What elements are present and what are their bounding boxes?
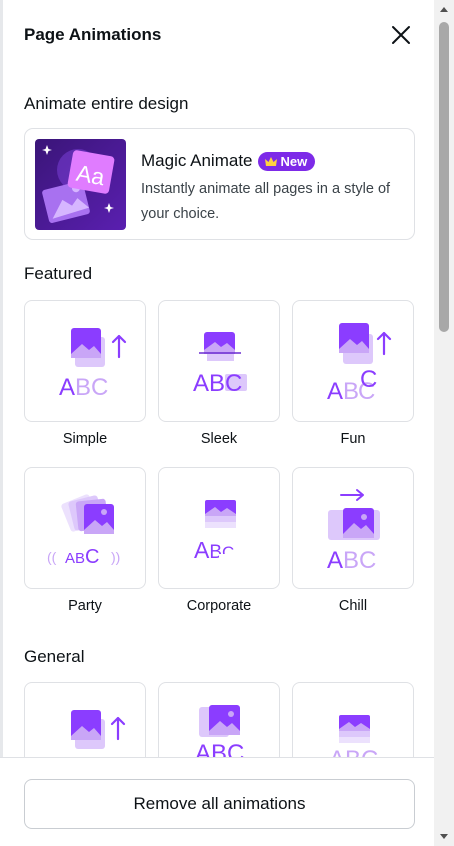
animation-preview-fun: A B C C [292,300,414,422]
party-animation-icon: (( ABC )) [47,494,120,568]
scrollbar[interactable] [434,0,454,846]
animation-tile-simple[interactable]: ABC Simple [24,300,146,447]
svg-text:Aa: Aa [74,160,106,191]
animation-tile-sleek[interactable]: ABC Sleek [158,300,280,447]
footer-bar: Remove all animations [0,757,434,846]
animation-preview-party: (( ABC )) [24,467,146,589]
tile-text-c: C [360,366,377,393]
new-badge-label: New [280,153,308,169]
close-icon [392,26,410,44]
tile-label-sleek: Sleek [200,431,238,447]
simple-animation-icon: ABC [59,328,127,401]
remove-all-animations-button[interactable]: Remove all animations [24,779,415,829]
tile-text-abc: ABC [193,370,242,397]
tile-text-a: A [327,378,343,405]
tile-label-party: Party [68,598,102,614]
tile-text-b: B [343,378,359,405]
tile-label-fun: Fun [340,431,366,447]
animation-preview-sleek: ABC [158,300,280,422]
animation-tile-fun[interactable]: A B C C Fun [292,300,414,447]
scroll-up-arrow-icon[interactable] [439,5,449,13]
close-button[interactable] [388,22,414,48]
animation-tile-corporate[interactable]: ABC Corporate [158,467,280,614]
magic-animate-card[interactable]: Aa Magic Animate New Instantly animate a… [24,128,415,240]
animation-preview-simple: ABC [24,300,146,422]
fun-animation-icon: A B C C [327,323,392,405]
animation-tile-party[interactable]: (( ABC )) Party [24,467,146,614]
new-badge: New [257,151,316,171]
scrollbar-thumb[interactable] [439,22,449,332]
panel-title: Page Animations [24,25,162,44]
party-right-bracket: )) [111,549,120,565]
tile-label-simple: Simple [62,431,108,447]
animation-preview-corporate: ABC [158,467,280,589]
corporate-animation-icon: ABC [194,500,249,564]
panel-border [0,0,3,846]
crown-icon [264,156,277,166]
tile-text-abc: ABC [59,374,108,401]
magic-animate-description: Instantly animate all pages in a style o… [141,181,391,222]
animation-preview-chill: ABC [292,467,414,589]
tile-label-chill: Chill [338,598,368,614]
section-title-general: General [24,647,85,666]
panel-header: Page Animations [24,22,416,50]
section-title-animate-entire-design: Animate entire design [24,94,189,113]
tile-label-corporate: Corporate [186,598,252,614]
page-animations-panel: Page Animations Animate entire design Aa… [0,0,434,846]
tile-text-abc: ABC [327,547,376,574]
tile-text-abc: ABC [65,546,99,568]
chill-animation-icon: ABC [327,489,380,574]
magic-animate-title-row: Magic Animate New [141,150,316,172]
magic-animate-title: Magic Animate [141,151,253,170]
scroll-down-arrow-icon[interactable] [439,833,449,841]
party-left-bracket: (( [47,549,57,565]
section-title-featured: Featured [24,264,93,283]
magic-animate-thumbnail: Aa [35,139,126,230]
animation-tile-chill[interactable]: ABC Chill [292,467,414,614]
sleek-animation-icon: ABC [193,332,247,397]
